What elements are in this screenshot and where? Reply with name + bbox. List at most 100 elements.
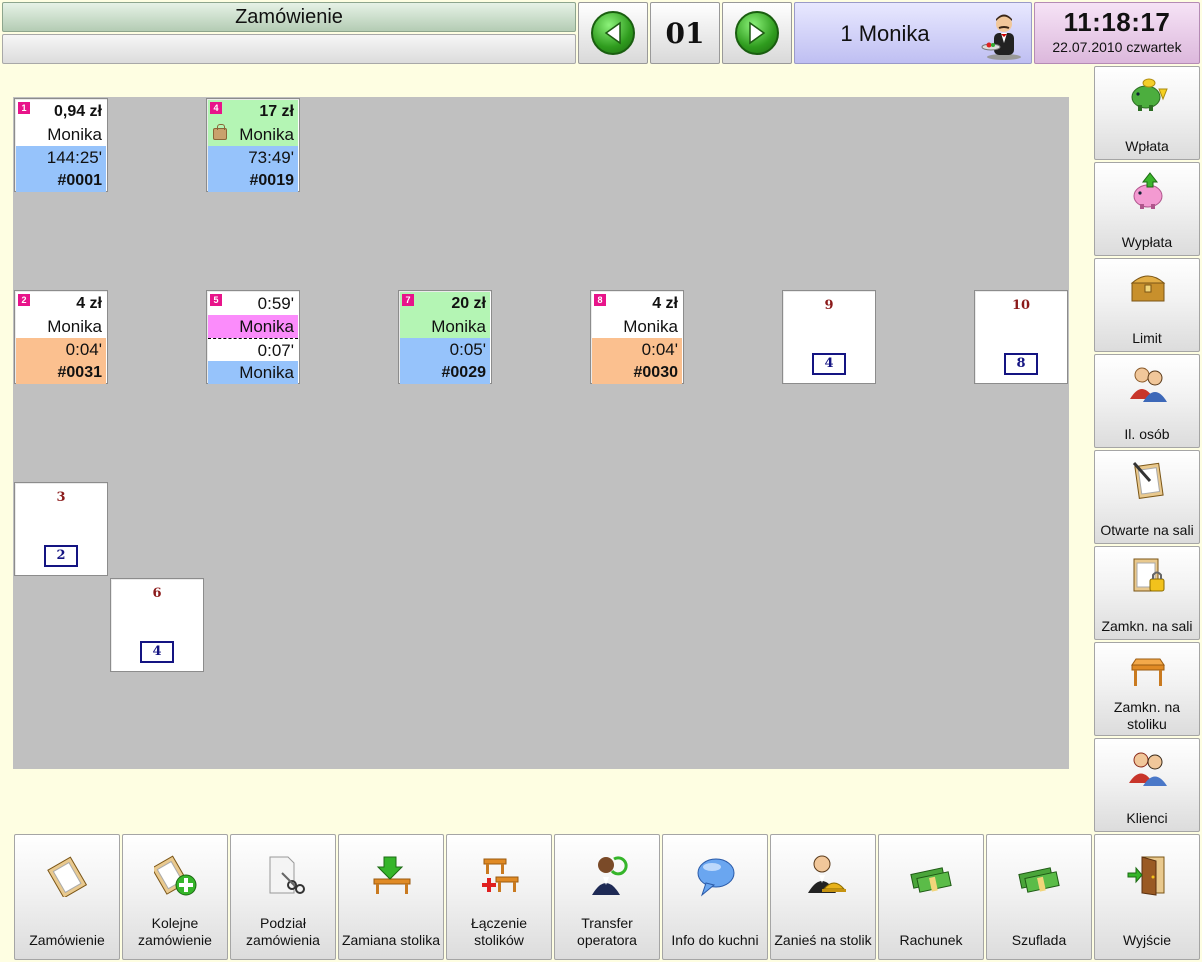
table-9[interactable]: 9 4 — [782, 290, 876, 384]
serve-to-table-label: Zanieś na stolik — [774, 932, 872, 948]
serve-to-table-button[interactable]: Zanieś na stolik — [770, 834, 876, 960]
table-order-number: #0001 — [16, 169, 106, 192]
kitchen-info-button[interactable]: Info do kuchni — [662, 834, 768, 960]
next-order-button[interactable]: Kolejne zamówienie — [122, 834, 228, 960]
window-title: Zamówienie — [2, 2, 576, 32]
clipboard-lock-icon — [1133, 558, 1165, 592]
table-number-badge: 8 — [594, 294, 606, 306]
table-icon — [1131, 658, 1165, 686]
people-icon — [1130, 367, 1167, 402]
table-number-badge: 1 — [18, 102, 30, 114]
table-time: 0:04' — [16, 338, 106, 361]
bill-label: Rachunek — [899, 932, 963, 948]
table-5[interactable]: 5 0:59' Monika 0:07' Monika — [206, 290, 300, 384]
closed-at-table-button[interactable]: Zamkn. na stoliku — [1094, 642, 1200, 736]
guest-count-button[interactable]: Il. osób — [1094, 354, 1200, 448]
clients-icon — [1129, 752, 1167, 786]
table-join-icon — [482, 858, 519, 892]
table-number-badge: 7 — [402, 294, 414, 306]
transfer-operator-button[interactable]: Transfer operatora — [554, 834, 660, 960]
table-10[interactable]: 10 8 — [974, 290, 1068, 384]
table-order-number: #0030 — [592, 361, 682, 384]
closed-in-room-label: Zamkn. na sali — [1101, 618, 1193, 634]
table-1[interactable]: 1 0,94 zł Monika 144:25' #0001 — [14, 98, 108, 192]
table-4[interactable]: 4 17 zł Monika 73:49' #0019 — [206, 98, 300, 192]
table-operator: Monika — [208, 315, 298, 338]
order-button[interactable]: Zamówienie — [14, 834, 120, 960]
split-order-button[interactable]: Podział zamówienia — [230, 834, 336, 960]
kitchen-info-label: Info do kuchni — [671, 932, 759, 948]
split-order-label: Podział zamówienia — [246, 915, 320, 948]
deposit-button[interactable]: Wpłata — [1094, 66, 1200, 160]
treasure-chest-icon — [1130, 275, 1166, 302]
table-7[interactable]: 7 20 zł Monika 0:05' #0029 — [398, 290, 492, 384]
waiter-icon — [808, 855, 846, 893]
table-swap-icon — [373, 856, 411, 894]
seat-count: 4 — [140, 641, 174, 663]
table-time: 0:05' — [400, 338, 490, 361]
exit-door-icon — [1127, 856, 1165, 896]
clock-panel: 11:18:17 22.07.2010 czwartek — [1034, 2, 1200, 64]
floor-plan: 1 0,94 zł Monika 144:25' #0001 4 17 zł M… — [13, 97, 1069, 769]
clock-date: 22.07.2010 czwartek — [1052, 39, 1182, 55]
withdrawal-label: Wypłata — [1121, 234, 1173, 250]
change-table-button[interactable]: Zamiana stolika — [338, 834, 444, 960]
table-number-display: 01 — [650, 2, 720, 64]
arrow-left-icon — [591, 11, 635, 55]
seat-count: 2 — [44, 545, 78, 567]
table-order-number: #0029 — [400, 361, 490, 384]
previous-button[interactable] — [578, 2, 648, 64]
seat-count: 8 — [1004, 353, 1038, 375]
table-3[interactable]: 3 2 — [14, 482, 108, 576]
table-time: 144:25' — [16, 146, 106, 169]
cash-drawer-label: Szuflada — [1011, 932, 1067, 948]
join-tables-button[interactable]: Łączenie stolików — [446, 834, 552, 960]
arrow-right-icon — [735, 11, 779, 55]
table-operator: Monika — [400, 315, 490, 338]
guest-count-label: Il. osób — [1124, 426, 1170, 442]
limit-button[interactable]: Limit — [1094, 258, 1200, 352]
exit-button[interactable]: Wyjście — [1094, 834, 1200, 960]
next-order-label: Kolejne zamówienie — [138, 915, 212, 948]
waiter-icon — [981, 14, 1021, 60]
table-8[interactable]: 8 4 zł Monika 0:04' #0030 — [590, 290, 684, 384]
clipboard-pen-icon — [1132, 462, 1164, 499]
cash-drawer-button[interactable]: Szuflada — [986, 834, 1092, 960]
clients-label: Klienci — [1126, 810, 1168, 826]
next-button[interactable] — [722, 2, 792, 64]
closed-in-room-button[interactable]: Zamkn. na sali — [1094, 546, 1200, 640]
takeaway-bag-icon — [213, 124, 227, 140]
transfer-operator-label: Transfer operatora — [577, 915, 637, 948]
table-time-secondary: 0:07' — [208, 338, 298, 361]
operator-transfer-icon — [592, 856, 628, 895]
bill-button[interactable]: Rachunek — [878, 834, 984, 960]
status-bar — [2, 34, 576, 64]
clock-time: 11:18:17 — [1063, 7, 1171, 37]
operator-name: 1 Monika — [840, 21, 930, 46]
seat-count: 4 — [812, 353, 846, 375]
money-icon — [910, 867, 952, 893]
table-time: 0:04' — [592, 338, 682, 361]
limit-label: Limit — [1132, 330, 1162, 346]
money-drawer-icon — [1018, 867, 1060, 893]
speech-bubble-icon — [697, 858, 735, 897]
operator-panel[interactable]: 1 Monika — [794, 2, 1032, 64]
clients-button[interactable]: Klienci — [1094, 738, 1200, 832]
table-number: 3 — [56, 490, 66, 505]
closed-at-table-label: Zamkn. na stoliku — [1113, 699, 1181, 732]
withdrawal-button[interactable]: Wypłata — [1094, 162, 1200, 256]
table-number: 6 — [152, 586, 162, 601]
table-order-number: #0019 — [208, 169, 298, 192]
open-in-room-button[interactable]: Otwarte na sali — [1094, 450, 1200, 544]
table-number-badge: 4 — [210, 102, 222, 114]
table-time: 73:49' — [208, 146, 298, 169]
table-2[interactable]: 2 4 zł Monika 0:04' #0031 — [14, 290, 108, 384]
table-number-badge: 5 — [210, 294, 222, 306]
order-label: Zamówienie — [29, 932, 105, 948]
table-number: 9 — [824, 298, 834, 313]
table-6[interactable]: 6 4 — [110, 578, 204, 672]
open-in-room-label: Otwarte na sali — [1100, 522, 1194, 538]
clipboard-icon — [47, 856, 88, 897]
clipboard-add-icon — [154, 855, 197, 896]
exit-label: Wyjście — [1122, 932, 1172, 948]
